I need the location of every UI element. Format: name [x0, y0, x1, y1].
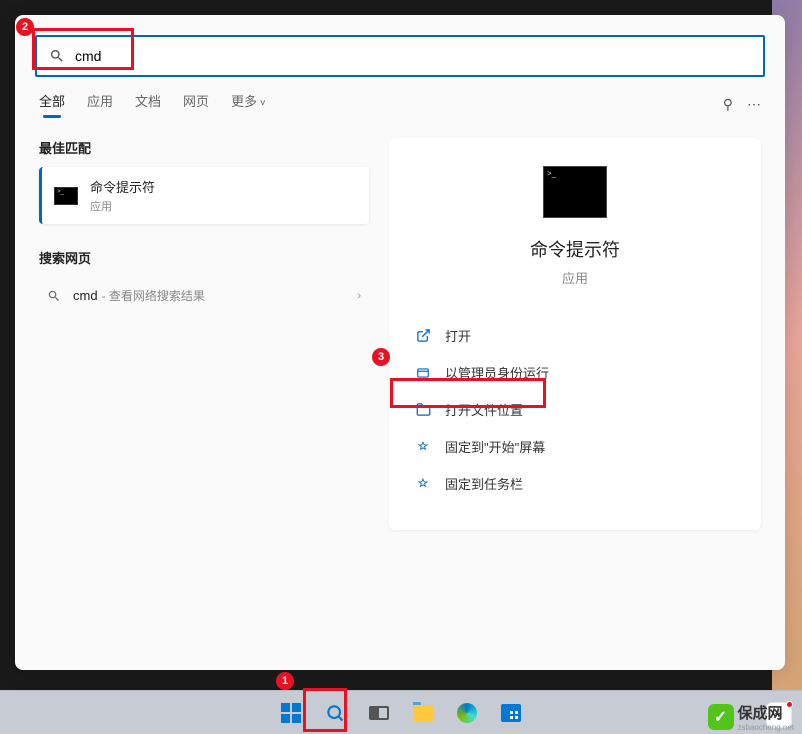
shield-icon [415, 365, 431, 381]
tab-docs[interactable]: 文档 [135, 91, 161, 118]
action-label: 打开文件位置 [445, 400, 523, 419]
cmd-icon [54, 187, 78, 205]
more-options-icon[interactable]: ⋯ [747, 96, 761, 113]
folder-icon [413, 705, 433, 721]
windows-logo-icon [281, 703, 301, 723]
results-list: 最佳匹配 命令提示符 应用 搜索网页 cmd - 查看网络搜索结果 › [39, 138, 369, 530]
best-match-result[interactable]: 命令提示符 应用 [39, 167, 369, 224]
account-icon[interactable]: ⚲ [723, 96, 733, 113]
tab-apps[interactable]: 应用 [87, 91, 113, 118]
search-input[interactable]: cmd [35, 35, 765, 77]
web-query: cmd [73, 288, 98, 303]
action-run-admin[interactable]: 以管理员身份运行 [409, 354, 741, 391]
result-subtitle: 应用 [90, 198, 357, 214]
store-icon [501, 704, 521, 722]
preview-title: 命令提示符 [409, 236, 741, 262]
watermark-url: zsbaocheng.net [738, 723, 795, 732]
pin-icon [415, 439, 431, 455]
search-box-container: cmd [15, 15, 785, 77]
preview-panel: 命令提示符 应用 打开 以管理员身份运行 [389, 138, 761, 530]
action-list: 打开 以管理员身份运行 打开文件位置 [409, 317, 741, 502]
tab-all[interactable]: 全部 [39, 91, 65, 118]
preview-cmd-icon [543, 166, 607, 218]
preview-type: 应用 [409, 268, 741, 287]
action-label: 固定到任务栏 [445, 474, 523, 493]
ms-store-button[interactable] [492, 694, 530, 732]
taskbar-search-button[interactable] [316, 694, 354, 732]
action-pin-start[interactable]: 固定到"开始"屏幕 [409, 428, 741, 465]
search-icon [49, 48, 65, 64]
watermark-text: 保成网 [738, 702, 795, 723]
annotation-badge-3: 3 [372, 348, 390, 366]
open-icon [415, 328, 431, 344]
tab-more[interactable]: 更多 [231, 91, 266, 118]
search-results-area: 最佳匹配 命令提示符 应用 搜索网页 cmd - 查看网络搜索结果 › [15, 118, 785, 550]
watermark-logo-icon: ✓ [708, 704, 734, 730]
watermark: ✓ 保成网 zsbaocheng.net [708, 702, 795, 732]
pin-icon [415, 476, 431, 492]
annotation-badge-1: 1 [276, 672, 294, 690]
best-match-heading: 最佳匹配 [39, 138, 369, 157]
folder-icon [415, 402, 431, 418]
tab-web[interactable]: 网页 [183, 91, 209, 118]
search-icon [47, 289, 61, 303]
taskbar [0, 690, 802, 734]
action-open-location[interactable]: 打开文件位置 [409, 391, 741, 428]
chevron-right-icon: › [357, 290, 361, 302]
search-query-text: cmd [75, 48, 751, 64]
action-open[interactable]: 打开 [409, 317, 741, 354]
web-hint: - 查看网络搜索结果 [102, 287, 205, 304]
action-label: 固定到"开始"屏幕 [445, 437, 545, 456]
search-tabs: 全部 应用 文档 网页 更多 ⚲ ⋯ [15, 77, 785, 118]
action-label: 以管理员身份运行 [445, 363, 549, 382]
taskview-icon [369, 706, 389, 720]
task-view-button[interactable] [360, 694, 398, 732]
web-search-result[interactable]: cmd - 查看网络搜索结果 › [39, 277, 369, 314]
edge-browser-button[interactable] [448, 694, 486, 732]
start-button[interactable] [272, 694, 310, 732]
file-explorer-button[interactable] [404, 694, 442, 732]
search-icon [325, 703, 345, 723]
action-pin-taskbar[interactable]: 固定到任务栏 [409, 465, 741, 502]
annotation-badge-2: 2 [16, 18, 34, 36]
web-search-heading: 搜索网页 [39, 248, 369, 267]
edge-icon [457, 703, 477, 723]
action-label: 打开 [445, 326, 471, 345]
windows-search-panel: cmd 全部 应用 文档 网页 更多 ⚲ ⋯ 最佳匹配 命令提示符 应用 搜索 [15, 15, 785, 670]
result-title: 命令提示符 [90, 177, 357, 196]
